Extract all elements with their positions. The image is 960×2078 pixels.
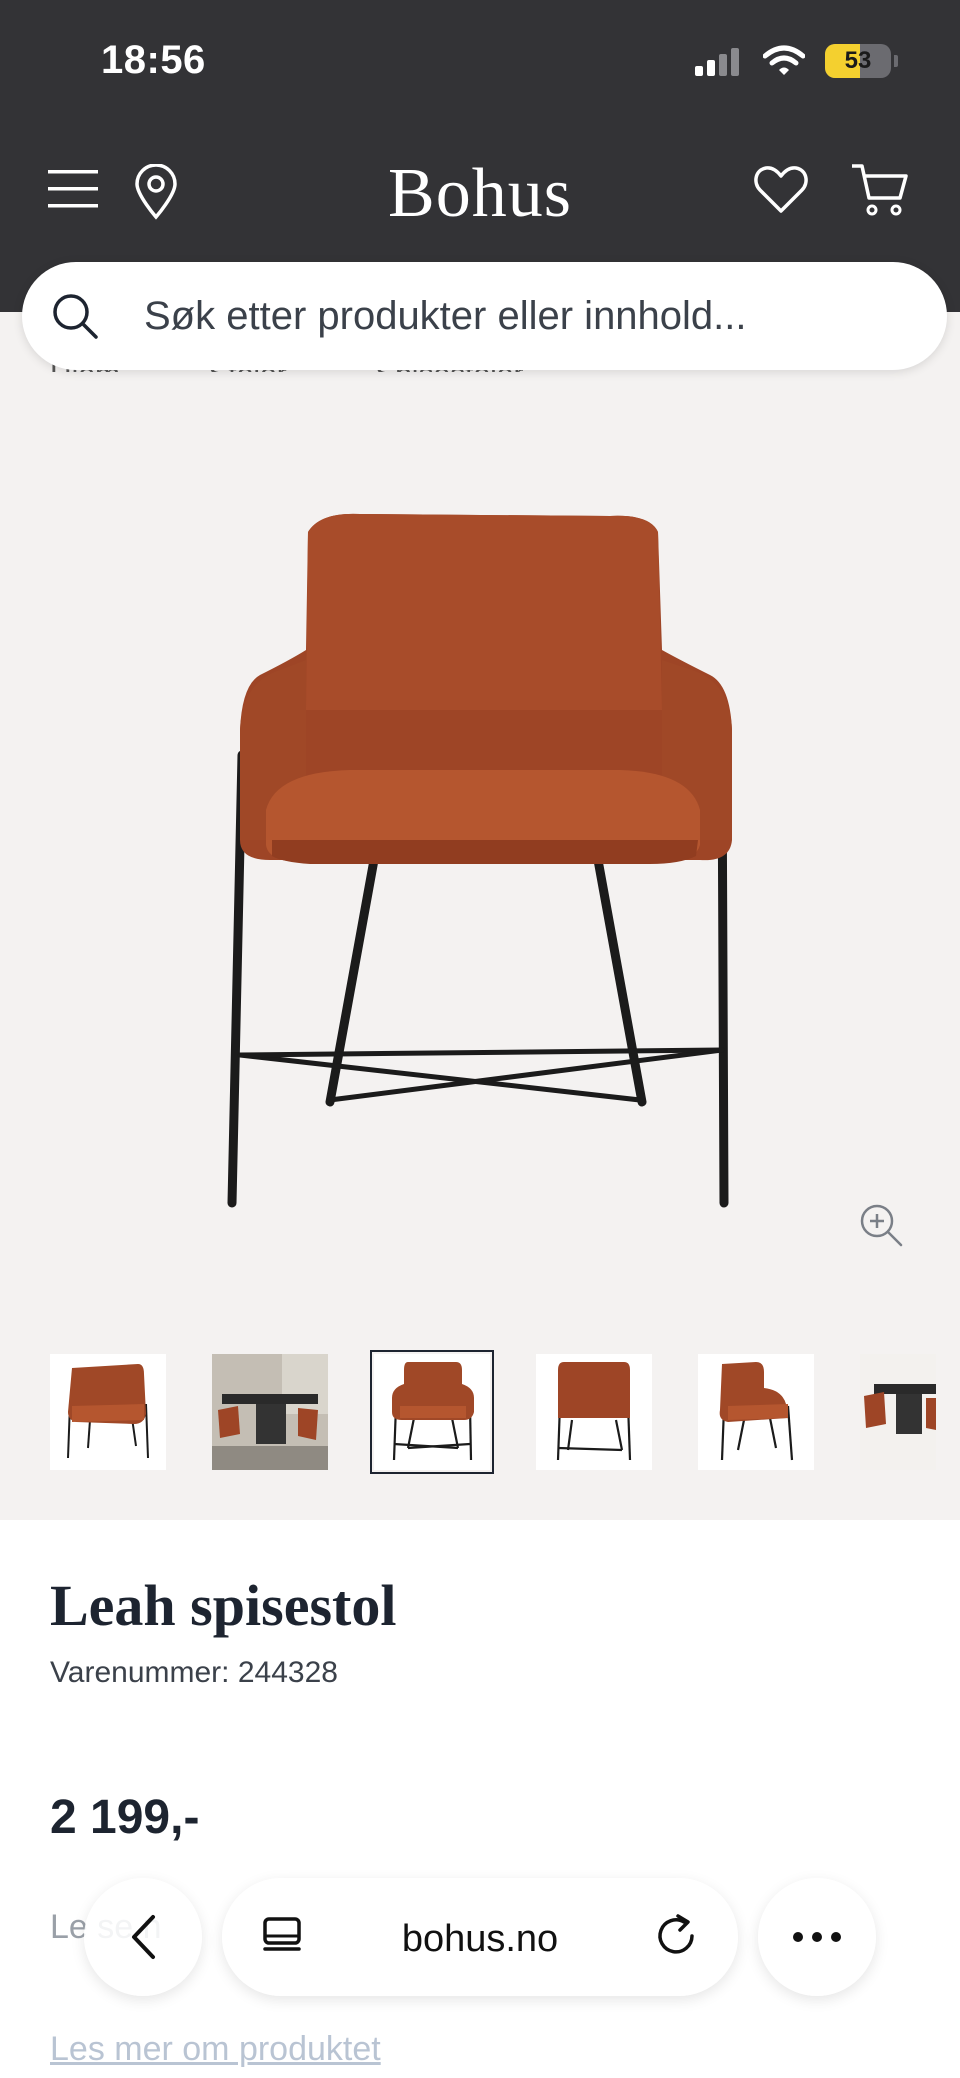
read-more-link[interactable]: Les mer om produktet — [50, 2030, 381, 2069]
browser-back-button[interactable] — [84, 1878, 202, 1996]
wifi-icon — [763, 45, 805, 75]
product-price: 2 199,- — [50, 1791, 200, 1844]
thumbnail-6[interactable] — [860, 1354, 936, 1470]
thumbnail-1[interactable] — [50, 1354, 166, 1470]
header-row: Bohus — [0, 150, 960, 240]
bohus-logo[interactable]: Bohus — [0, 154, 960, 234]
search-icon — [53, 294, 98, 339]
wishlist-heart-icon[interactable] — [754, 164, 808, 214]
chevron-left-icon — [132, 1915, 155, 1959]
status-icons: 53 — [695, 44, 898, 78]
reload-icon[interactable] — [656, 1914, 700, 1960]
cellular-signal-icon — [695, 48, 739, 76]
cart-icon[interactable] — [850, 162, 910, 218]
thumbnail-5[interactable] — [698, 1354, 814, 1470]
browser-more-button[interactable] — [758, 1878, 876, 1996]
thumbnail-strip — [50, 1350, 936, 1474]
browser-address-bar[interactable]: bohus.no — [222, 1878, 738, 1996]
thumbnail-3[interactable] — [370, 1350, 494, 1474]
zoom-in-icon[interactable] — [858, 1202, 904, 1248]
product-sku: Varenummer: 244328 — [50, 1656, 338, 1689]
battery-level: 53 — [844, 47, 872, 74]
battery-icon: 53 — [825, 44, 891, 78]
thumbnail-4[interactable] — [536, 1354, 652, 1470]
product-title: Leah spisestol — [50, 1573, 397, 1638]
more-dots-icon — [793, 1932, 841, 1942]
status-time: 18:56 — [101, 38, 206, 82]
search-input[interactable]: Søk etter produkter eller innhold... — [144, 294, 747, 339]
product-main-image[interactable] — [210, 510, 750, 1225]
thumbnail-2[interactable] — [212, 1354, 328, 1470]
search-bar[interactable]: Søk etter produkter eller innhold... — [22, 262, 947, 370]
